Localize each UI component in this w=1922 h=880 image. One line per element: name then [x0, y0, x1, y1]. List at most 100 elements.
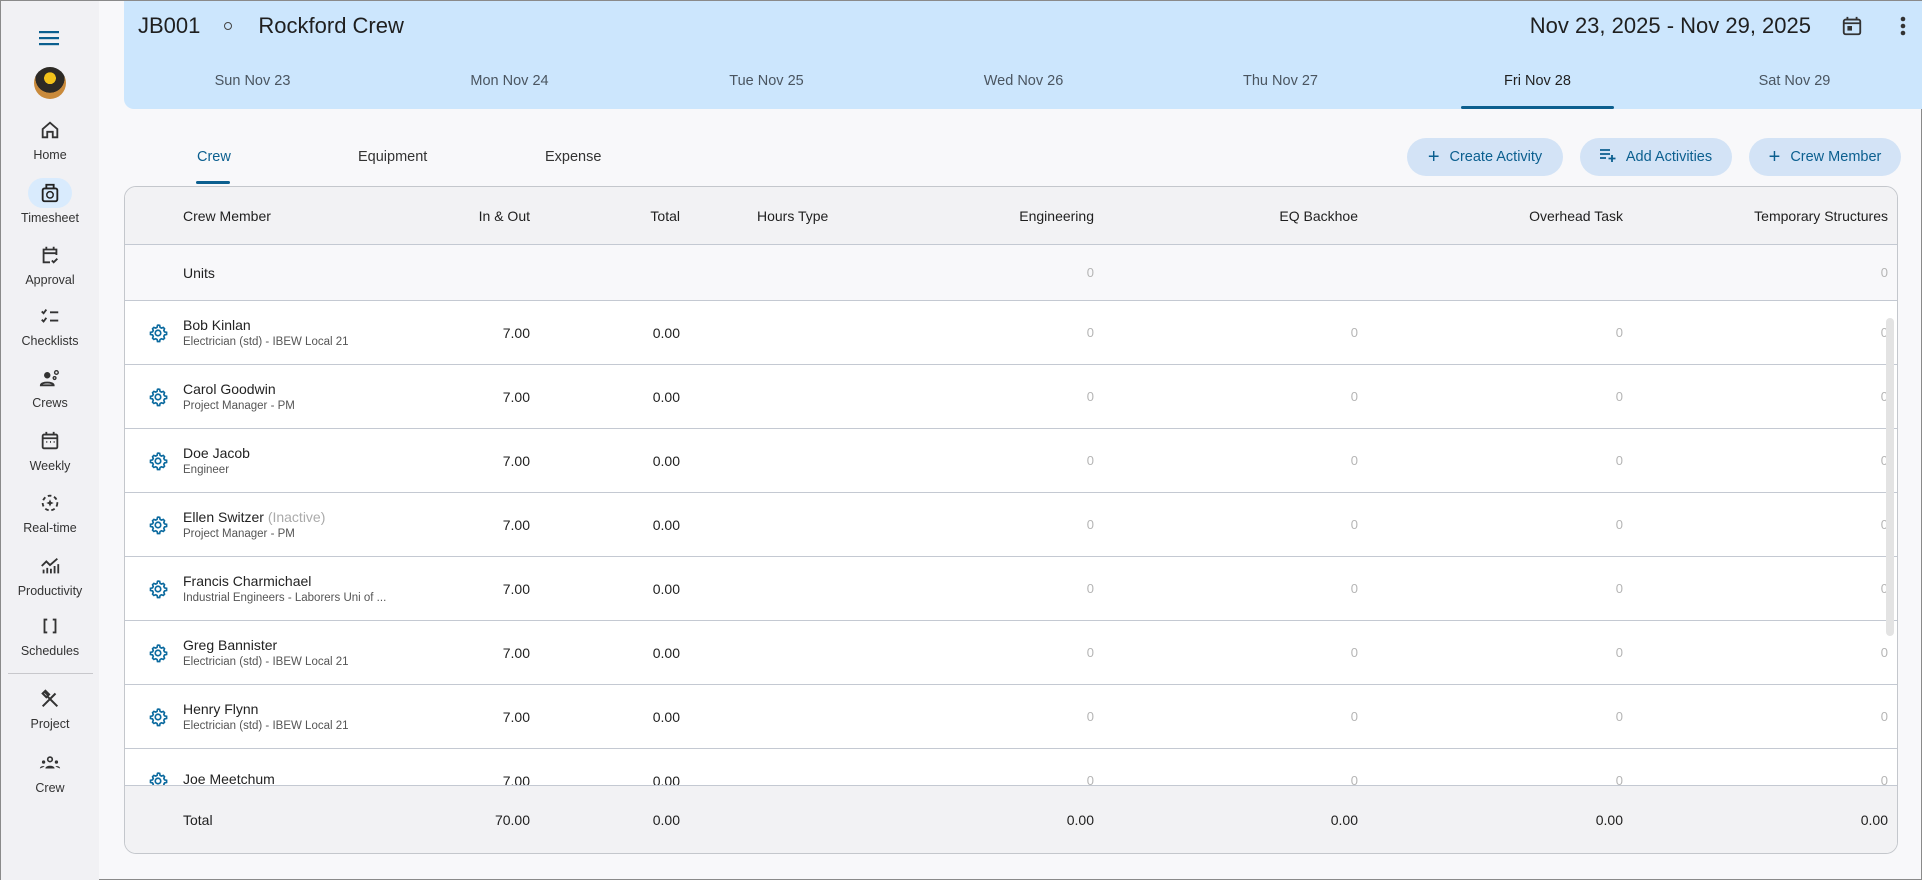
in-out-cell[interactable]: 7.00	[455, 517, 530, 533]
col-eq-backhoe[interactable]: EQ Backhoe	[1094, 208, 1358, 224]
overhead-task-cell[interactable]: 0	[1358, 389, 1623, 404]
col-temporary-structures[interactable]: Temporary Structures	[1623, 208, 1888, 224]
scrollbar[interactable]	[1886, 318, 1894, 636]
overhead-task-cell[interactable]: 0	[1358, 325, 1623, 340]
settings-gear-icon[interactable]	[125, 579, 183, 599]
tab-tue[interactable]: Tue Nov 25	[638, 61, 895, 109]
overhead-task-cell[interactable]: 0	[1358, 645, 1623, 660]
temporary-structures-cell[interactable]: 0	[1623, 389, 1888, 404]
tab-sun[interactable]: Sun Nov 23	[124, 61, 381, 109]
tab-equipment[interactable]: Equipment	[358, 149, 427, 165]
temporary-structures-cell[interactable]: 0	[1623, 517, 1888, 532]
crew-member-cell[interactable]: Greg Bannister Electrician (std) - IBEW …	[183, 637, 455, 668]
temporary-structures-cell[interactable]: 0	[1623, 645, 1888, 660]
crew-member-cell[interactable]: Carol Goodwin Project Manager - PM	[183, 381, 455, 412]
day-tabs: Sun Nov 23 Mon Nov 24 Tue Nov 25 Wed Nov…	[124, 61, 1922, 109]
tab-fri[interactable]: Fri Nov 28	[1409, 61, 1666, 109]
sidebar-item-crews[interactable]: Crews	[1, 363, 99, 410]
temporary-structures-cell[interactable]: 0	[1623, 709, 1888, 724]
in-out-cell[interactable]: 7.00	[455, 389, 530, 405]
col-crew-member[interactable]: Crew Member	[183, 208, 455, 224]
overhead-task-cell[interactable]: 0	[1358, 709, 1623, 724]
eq-backhoe-cell[interactable]: 0	[1094, 645, 1358, 660]
sidebar-item-label: Crew	[35, 781, 65, 795]
calendar-icon[interactable]	[1841, 14, 1863, 43]
tab-crew[interactable]: Crew	[197, 149, 231, 165]
total-total: 0.00	[652, 811, 680, 828]
engineering-cell[interactable]: 0	[925, 325, 1094, 340]
eq-backhoe-cell[interactable]: 0	[1094, 453, 1358, 468]
engineering-cell[interactable]: 0	[925, 709, 1094, 724]
menu-icon[interactable]	[39, 30, 61, 51]
plus-icon: +	[1768, 145, 1781, 168]
member-name: Doe Jacob	[183, 445, 250, 461]
button-label: Add Activities	[1625, 149, 1713, 165]
table-row: Carol Goodwin Project Manager - PM 7.00 0.…	[125, 365, 1897, 429]
settings-gear-icon[interactable]	[125, 323, 183, 343]
sidebar-item-realtime[interactable]: Real-time	[1, 488, 99, 535]
eq-backhoe-cell[interactable]: 0	[1094, 709, 1358, 724]
sidebar-item-checklists[interactable]: Checklists	[1, 301, 99, 348]
more-vert-icon[interactable]	[1899, 14, 1907, 43]
in-out-cell[interactable]: 7.00	[455, 453, 530, 469]
crew-member-cell[interactable]: Bob Kinlan Electrician (std) - IBEW Loca…	[183, 317, 455, 348]
temporary-structures-cell[interactable]: 0	[1623, 581, 1888, 596]
tab-thu[interactable]: Thu Nov 27	[1152, 61, 1409, 109]
add-activities-button[interactable]: Add Activities	[1580, 138, 1732, 176]
avatar[interactable]	[34, 67, 66, 99]
col-engineering[interactable]: Engineering	[925, 208, 1094, 224]
engineering-cell[interactable]: 0	[925, 645, 1094, 660]
sidebar-item-label: Checklists	[21, 334, 79, 348]
engineering-cell[interactable]: 0	[925, 517, 1094, 532]
create-activity-button[interactable]: + Create Activity	[1407, 138, 1563, 176]
sidebar-item-productivity[interactable]: Productivity	[1, 551, 99, 598]
sidebar-item-project[interactable]: Project	[1, 684, 99, 731]
eq-backhoe-cell[interactable]: 0	[1094, 389, 1358, 404]
settings-gear-icon[interactable]	[125, 707, 183, 727]
col-overhead-task[interactable]: Overhead Task	[1358, 208, 1623, 224]
temporary-structures-cell[interactable]: 0	[1623, 325, 1888, 340]
eq-backhoe-cell[interactable]: 0	[1094, 325, 1358, 340]
sidebar-item-approval[interactable]: Approval	[1, 240, 99, 287]
overhead-task-cell[interactable]: 0	[1358, 517, 1623, 532]
active-tab-indicator	[196, 181, 230, 184]
sidebar-item-timesheet[interactable]: Timesheet	[1, 178, 99, 225]
sidebar-item-weekly[interactable]: Weekly	[1, 426, 99, 473]
col-total[interactable]: Total	[530, 208, 680, 224]
overhead-task-cell[interactable]: 0	[1358, 581, 1623, 596]
overhead-task-cell[interactable]: 0	[1358, 453, 1623, 468]
eq-backhoe-cell[interactable]: 0	[1094, 581, 1358, 596]
engineering-cell[interactable]: 0	[925, 453, 1094, 468]
engineering-cell[interactable]: 0	[925, 581, 1094, 596]
eq-backhoe-cell[interactable]: 0	[1094, 517, 1358, 532]
in-out-cell[interactable]: 7.00	[455, 645, 530, 661]
settings-gear-icon[interactable]	[125, 643, 183, 663]
crew-member-cell[interactable]: Francis Charmichael Industrial Engineers…	[183, 573, 455, 604]
engineering-cell[interactable]: 0	[925, 389, 1094, 404]
in-out-cell[interactable]: 7.00	[455, 325, 530, 341]
sidebar-item-crew[interactable]: Crew	[1, 748, 99, 795]
sidebar-item-schedules[interactable]: Schedules	[1, 611, 99, 658]
settings-gear-icon[interactable]	[125, 515, 183, 535]
crew-member-cell[interactable]: Doe Jacob Engineer	[183, 445, 455, 476]
tab-sat[interactable]: Sat Nov 29	[1666, 61, 1922, 109]
in-out-cell[interactable]: 7.00	[455, 709, 530, 725]
units-temporary-structures[interactable]: 0	[1623, 265, 1888, 280]
tab-expense[interactable]: Expense	[545, 149, 601, 165]
temporary-structures-cell[interactable]: 0	[1623, 453, 1888, 468]
tab-mon[interactable]: Mon Nov 24	[381, 61, 638, 109]
settings-gear-icon[interactable]	[125, 451, 183, 471]
units-engineering[interactable]: 0	[925, 265, 1094, 280]
sidebar-item-home[interactable]: Home	[1, 115, 99, 162]
member-name: Carol Goodwin	[183, 381, 276, 397]
in-out-cell[interactable]: 7.00	[455, 581, 530, 597]
col-in-out[interactable]: In & Out	[455, 208, 530, 224]
add-crew-member-button[interactable]: + Crew Member	[1749, 138, 1901, 176]
sidebar-item-label: Project	[30, 717, 70, 731]
crew-member-cell[interactable]: Henry Flynn Electrician (std) - IBEW Loc…	[183, 701, 455, 732]
col-hours-type[interactable]: Hours Type	[680, 208, 925, 224]
tab-wed[interactable]: Wed Nov 26	[895, 61, 1152, 109]
member-name: Francis Charmichael	[183, 573, 312, 589]
settings-gear-icon[interactable]	[125, 387, 183, 407]
crew-member-cell[interactable]: Ellen Switzer (Inactive) Project Manager …	[183, 509, 455, 540]
